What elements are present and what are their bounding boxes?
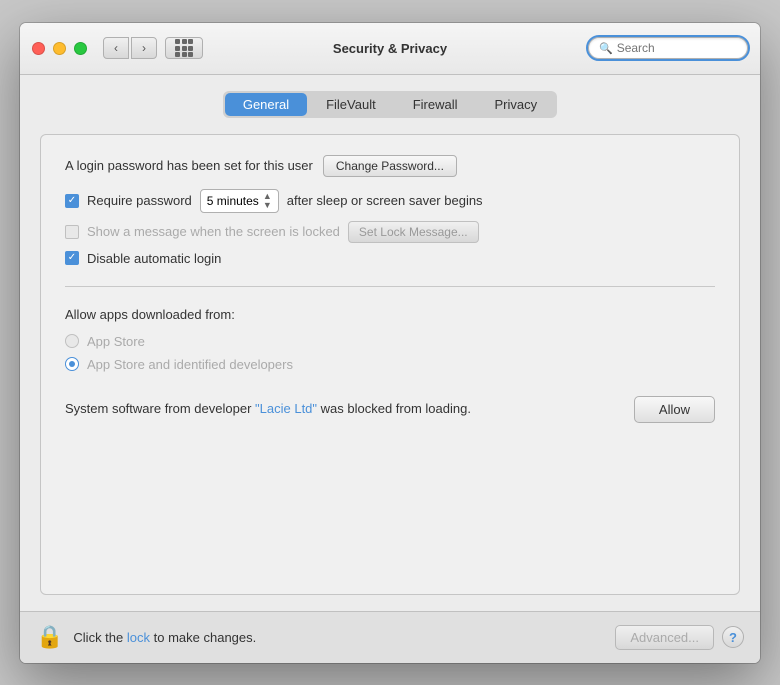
require-password-row: ✓ Require password 5 minutes ▲ ▼ after s… <box>65 189 715 213</box>
window-title: Security & Privacy <box>333 41 447 56</box>
maximize-button[interactable] <box>74 42 87 55</box>
grid-icon <box>175 39 193 57</box>
require-password-label: Require password <box>87 193 192 208</box>
show-message-row: Show a message when the screen is locked… <box>65 221 715 243</box>
tab-general[interactable]: General <box>225 93 307 116</box>
disable-autologin-label: Disable automatic login <box>87 251 221 266</box>
app-store-radio-label: App Store <box>87 334 145 349</box>
close-button[interactable] <box>32 42 45 55</box>
section-divider <box>65 286 715 287</box>
tab-bar: General FileVault Firewall Privacy <box>40 91 740 118</box>
checkmark-icon-2: ✓ <box>68 253 76 263</box>
lock-label-start: Click the <box>73 630 123 645</box>
lock-link[interactable]: lock <box>127 630 150 645</box>
lock-icon: 🔒 <box>36 624 63 650</box>
forward-button[interactable]: › <box>131 37 157 59</box>
main-panel: A login password has been set for this u… <box>40 134 740 595</box>
lock-label: Click the lock to make changes. <box>73 630 256 645</box>
app-store-identified-radio-label: App Store and identified developers <box>87 357 293 372</box>
require-password-checkbox[interactable]: ✓ <box>65 194 79 208</box>
help-button[interactable]: ? <box>722 626 744 648</box>
traffic-lights <box>32 42 87 55</box>
back-button[interactable]: ‹ <box>103 37 129 59</box>
blocked-text: System software from developer "Lacie Lt… <box>65 399 471 419</box>
search-input[interactable] <box>617 41 737 55</box>
app-store-identified-radio[interactable] <box>65 357 79 371</box>
tabs-container: General FileVault Firewall Privacy <box>223 91 557 118</box>
change-password-button[interactable]: Change Password... <box>323 155 457 177</box>
dropdown-value: 5 minutes <box>207 194 259 208</box>
app-store-identified-radio-row: App Store and identified developers <box>65 357 715 372</box>
login-password-row: A login password has been set for this u… <box>65 155 715 177</box>
app-store-radio[interactable] <box>65 334 79 348</box>
disable-autologin-checkbox[interactable]: ✓ <box>65 251 79 265</box>
set-lock-message-button[interactable]: Set Lock Message... <box>348 221 479 243</box>
search-icon: 🔍 <box>599 42 613 55</box>
content-area: General FileVault Firewall Privacy A log… <box>20 75 760 611</box>
download-section-title: Allow apps downloaded from: <box>65 307 715 322</box>
grid-view-button[interactable] <box>165 37 203 59</box>
bottom-bar: 🔒 Click the lock to make changes. Advanc… <box>20 611 760 663</box>
tab-firewall[interactable]: Firewall <box>395 93 476 116</box>
lock-label-end: to make changes. <box>154 630 257 645</box>
developer-name: "Lacie Ltd" <box>255 401 317 416</box>
login-password-label: A login password has been set for this u… <box>65 158 313 173</box>
app-store-radio-row: App Store <box>65 334 715 349</box>
search-box[interactable]: 🔍 <box>588 37 748 59</box>
show-message-checkbox[interactable] <box>65 225 79 239</box>
download-section: Allow apps downloaded from: App Store Ap… <box>65 307 715 380</box>
tab-filevault[interactable]: FileVault <box>308 93 394 116</box>
bottom-right-actions: Advanced... ? <box>615 625 744 650</box>
after-sleep-label: after sleep or screen saver begins <box>287 193 483 208</box>
checkmark-icon: ✓ <box>68 196 76 206</box>
password-time-dropdown[interactable]: 5 minutes ▲ ▼ <box>200 189 279 213</box>
system-preferences-window: ‹ › Security & Privacy 🔍 General FileVau… <box>20 23 760 663</box>
lock-section: 🔒 Click the lock to make changes. <box>36 624 256 650</box>
blocked-section: System software from developer "Lacie Lt… <box>65 396 715 423</box>
advanced-button[interactable]: Advanced... <box>615 625 714 650</box>
minimize-button[interactable] <box>53 42 66 55</box>
dropdown-arrows-icon: ▲ ▼ <box>263 192 272 210</box>
titlebar: ‹ › Security & Privacy 🔍 <box>20 23 760 75</box>
tab-privacy[interactable]: Privacy <box>477 93 556 116</box>
disable-autologin-row: ✓ Disable automatic login <box>65 251 715 266</box>
nav-buttons: ‹ › <box>103 37 157 59</box>
allow-button[interactable]: Allow <box>634 396 715 423</box>
show-message-label: Show a message when the screen is locked <box>87 224 340 239</box>
